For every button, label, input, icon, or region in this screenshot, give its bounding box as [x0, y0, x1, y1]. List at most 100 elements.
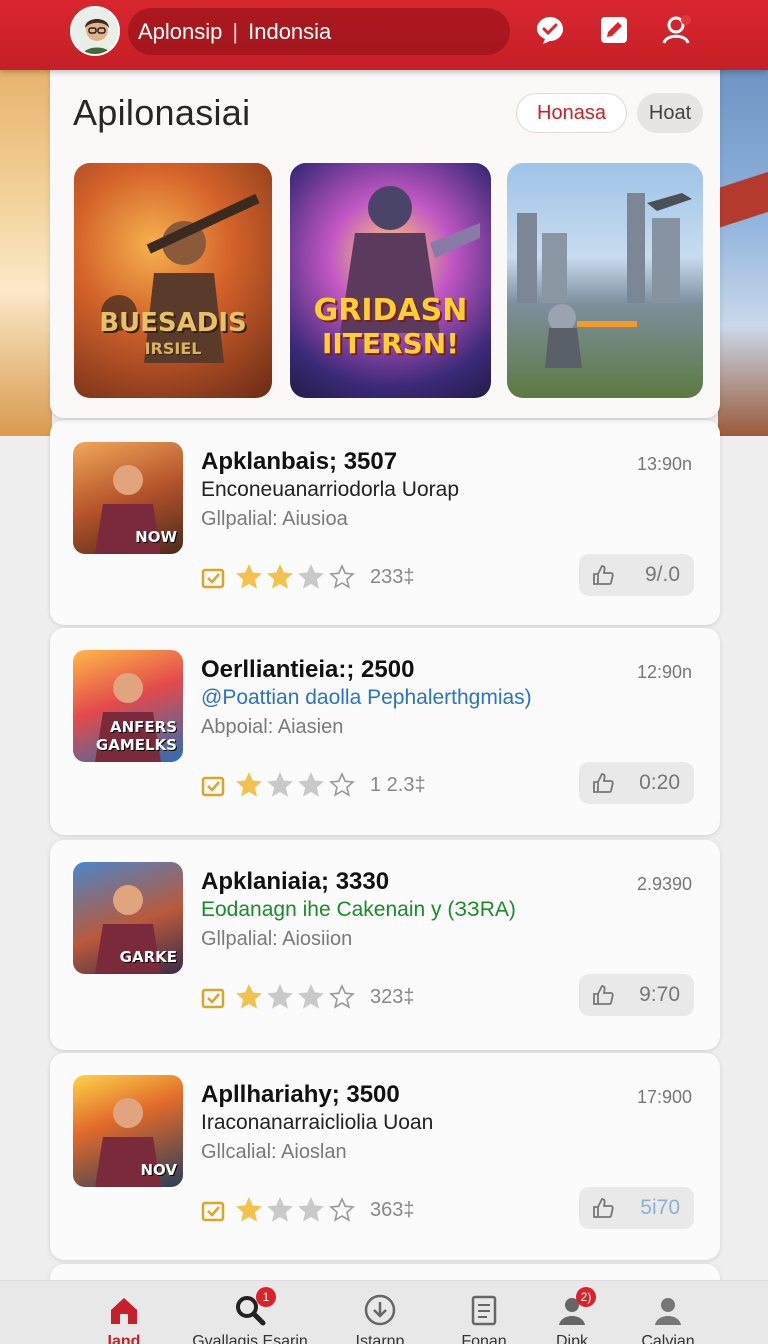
app-icon-tag: NOW: [135, 528, 177, 546]
like-button[interactable]: 9:70: [579, 974, 694, 1016]
rating-count: 363‡: [370, 1198, 415, 1221]
download-icon: [364, 1294, 396, 1326]
app-icon-tag: ANFERS GAMELKS: [95, 718, 177, 754]
app-icon[interactable]: ANFERS GAMELKS: [73, 650, 183, 762]
app-subtitle: Iraconanarraicliolia Uoan: [201, 1111, 434, 1134]
nav-profile-label: Calvian: [641, 1333, 695, 1344]
featured-section: Apilonasiai Honasa Hoat BUESADIS IRSIEL …: [50, 66, 720, 418]
featured-game-2-caption: GRIDASN: [313, 293, 468, 328]
star-icon: [329, 1197, 355, 1222]
star-icon: [236, 1197, 262, 1222]
thumbs-up-icon: [593, 985, 614, 1005]
rating-count: 1 2.3‡: [370, 773, 426, 796]
like-button[interactable]: 9/.0: [579, 554, 694, 596]
star-icon: [298, 772, 324, 797]
bottom-navigation: Iand 1 Gvallagis Esarin Istarnp Fonan 2)…: [0, 1280, 768, 1344]
featured-game-3-art: [517, 193, 692, 368]
app-timestamp: 17:900: [636, 1087, 692, 1107]
rating-row: 1 2.3‡: [200, 772, 426, 798]
like-button[interactable]: 0:20: [579, 762, 694, 804]
star-icon: [329, 564, 355, 589]
verified-badge-icon: [201, 568, 225, 589]
page-title: Apilonasiai: [73, 92, 251, 133]
star-icon: [298, 984, 324, 1009]
app-subtitle: @Poattian daolla Pephalerthgmias): [201, 686, 532, 709]
nav-download[interactable]: Istarnp: [320, 1293, 440, 1344]
nav-home[interactable]: Iand: [64, 1293, 184, 1344]
featured-game-1-caption2: IRSIEL: [144, 339, 202, 358]
list-item[interactable]: ANFERS GAMELKS Oerlliantieia:; 2500 @Poatt…: [50, 628, 720, 835]
chip-honasa[interactable]: Honasa: [516, 93, 627, 133]
featured-game-2-caption2: IITERSN!: [322, 327, 459, 360]
like-count: 9/.0: [644, 563, 680, 586]
nav-search[interactable]: 1 Gvallagis Esarin: [190, 1287, 310, 1344]
like-button[interactable]: 5i70: [579, 1187, 694, 1229]
featured-game-3[interactable]: [507, 163, 703, 398]
verified-badge-icon: [201, 988, 225, 1009]
star-icon: [298, 1197, 324, 1222]
star-icon: [329, 772, 355, 797]
app-category: Gllcalial: Aioslan: [201, 1141, 347, 1163]
star-icon: [267, 1197, 293, 1222]
home-icon: [111, 1298, 137, 1324]
nav-search-badge: 1: [256, 1287, 276, 1307]
verified-check-icon[interactable]: [534, 14, 566, 46]
app-title: Apllhariahy; 3500: [201, 1081, 400, 1108]
app-icon-tag: GARKE: [119, 948, 177, 966]
rating-count: 233‡: [370, 565, 415, 588]
featured-game-2[interactable]: GRIDASN IITERSN!: [290, 163, 491, 398]
star-icon: [236, 984, 262, 1009]
star-icon: [236, 772, 262, 797]
star-icon: [267, 984, 293, 1009]
featured-game-1-caption: BUESADIS: [99, 308, 247, 338]
region-label: Indonsia: [248, 18, 332, 44]
nav-download-label: Istarnp: [355, 1333, 405, 1344]
app-header: Aplonsip | Indonsia: [0, 0, 768, 70]
rating-row: 323‡: [200, 984, 415, 1010]
star-icon: [267, 772, 293, 797]
app-category: Gllpalial: Aiusioa: [201, 508, 348, 530]
app-name: Aplonsip: [138, 18, 223, 44]
chip-hoat[interactable]: Hoat: [637, 93, 703, 133]
app-icon[interactable]: NOV: [73, 1075, 183, 1187]
verified-badge-icon: [201, 776, 225, 797]
rating-row: 233‡: [200, 564, 415, 590]
avatar[interactable]: [70, 6, 120, 56]
app-subtitle: Eodanagn ihe Cakenain y (ЗЗRА): [201, 898, 516, 921]
background-scenery-left: [0, 70, 52, 436]
app-timestamp: 2.9390: [636, 874, 692, 894]
app-icon[interactable]: GARKE: [73, 862, 183, 974]
document-icon: [471, 1295, 497, 1326]
app-title: Apklaniaia; 3330: [201, 868, 390, 895]
app-icon-tag: NOV: [140, 1161, 177, 1179]
thumbs-up-icon: [593, 1198, 614, 1218]
app-icon[interactable]: NOW: [73, 442, 183, 554]
nav-profile[interactable]: Calvian: [608, 1293, 728, 1344]
star-icon: [298, 564, 324, 589]
app-timestamp: 13:90n: [636, 454, 692, 474]
app-timestamp: 12:90n: [636, 662, 692, 682]
app-category: Gllpalial: Aiosiion: [201, 928, 353, 950]
thumbs-up-icon: [593, 773, 614, 793]
nav-user-badge: 2): [576, 1287, 596, 1307]
featured-game-1-art: [101, 193, 260, 363]
featured-game-1[interactable]: BUESADIS IRSIEL: [74, 163, 272, 398]
profile-icon: [655, 1298, 681, 1325]
like-count: 0:20: [639, 771, 680, 794]
like-count: 5i70: [640, 1196, 680, 1219]
list-item[interactable]: GARKE Apklaniaia; 3330 Eodanagn ihe Cakena…: [50, 840, 720, 1050]
rating-count: 323‡: [370, 985, 415, 1008]
list-item[interactable]: NOW Apklanbais; 3507 Enconeuanarriodorla U…: [50, 420, 720, 625]
list-item[interactable]: NOV Apllhariahy; 3500 Iraconanarraicliolia…: [50, 1053, 720, 1260]
thumbs-up-icon: [593, 565, 614, 585]
star-icon: [236, 564, 262, 589]
user-alert-icon[interactable]: [660, 14, 692, 46]
rating-row: 363‡: [200, 1197, 415, 1223]
star-icon: [329, 984, 355, 1009]
separator: |: [232, 18, 239, 44]
featured-game-2-art: [340, 186, 480, 333]
star-icon: [267, 564, 293, 589]
verified-badge-icon: [201, 1201, 225, 1222]
search-bar[interactable]: Aplonsip | Indonsia: [128, 8, 510, 55]
edit-icon[interactable]: [598, 14, 630, 46]
